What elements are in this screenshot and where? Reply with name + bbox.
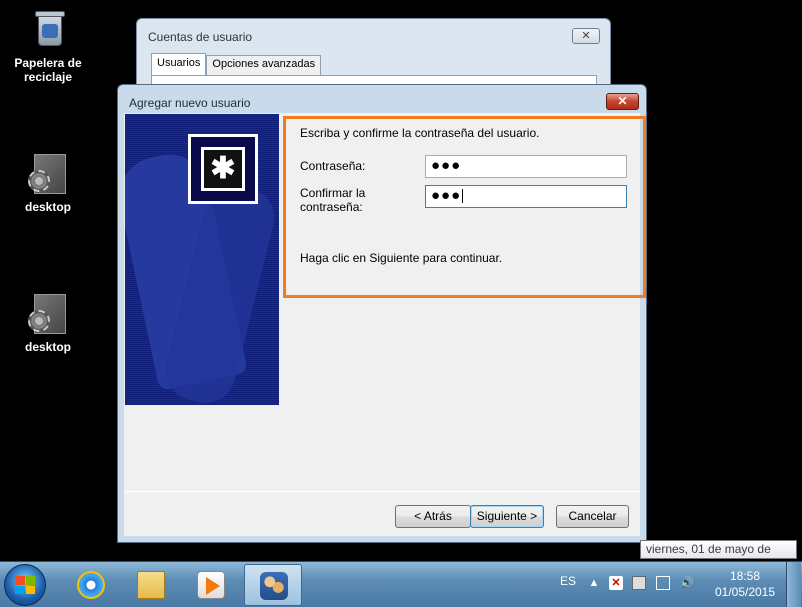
language-indicator[interactable]: ES (560, 574, 576, 588)
confirm-label-line: Confirmar la (300, 186, 366, 200)
start-button[interactable] (4, 564, 46, 606)
clock-time: 18:58 (729, 569, 761, 583)
next-button[interactable]: Siguiente > (470, 505, 544, 528)
dialog-title: Agregar nuevo usuario (129, 96, 251, 110)
password-label: Contraseña: (300, 159, 366, 173)
cancel-button[interactable]: Cancelar (556, 505, 629, 528)
taskbar-internet-explorer[interactable] (62, 564, 120, 606)
show-desktop-button[interactable] (786, 562, 801, 607)
confirm-label-line: contraseña: (300, 200, 363, 214)
dialog-body: ✱ Escriba y confirme la contraseña del u… (124, 113, 646, 536)
network-icon[interactable] (656, 576, 670, 590)
password-value: ●●● (431, 157, 462, 174)
user-key-icon: ✱ (188, 134, 258, 204)
taskbar-user-accounts[interactable] (244, 564, 302, 606)
desktop-icon-label: desktop (24, 340, 71, 354)
action-center-flag-icon[interactable]: ✕ (609, 576, 623, 590)
password-field[interactable]: ●●● (425, 155, 627, 178)
windows-logo-icon (15, 576, 35, 594)
system-clock[interactable]: 18:58 01/05/2015 (708, 568, 782, 600)
clock-date: 01/05/2015 (714, 585, 776, 599)
desktop-icon-label: Papelera de (14, 56, 82, 70)
settings-file-icon (26, 292, 70, 336)
close-button[interactable]: ✕ (572, 28, 600, 44)
desktop-icon-recycle-bin[interactable]: Papelera de reciclaje (8, 8, 88, 84)
desktop-icon-label: desktop (24, 200, 71, 214)
volume-icon[interactable]: 🔊 (680, 576, 694, 590)
window-title: Cuentas de usuario (148, 30, 253, 44)
tab-users[interactable]: Usuarios (151, 53, 207, 75)
user-accounts-icon (260, 572, 288, 600)
desktop-icon-file[interactable]: desktop (8, 152, 88, 214)
show-hidden-icons-button[interactable]: ▲ (587, 576, 601, 590)
text-caret (462, 189, 464, 204)
folder-icon (137, 571, 165, 599)
taskbar: ES ▲ ✕ 🔊 18:58 01/05/2015 (0, 561, 802, 607)
confirm-password-value: ●●● (431, 187, 462, 204)
internet-explorer-icon (77, 571, 105, 599)
add-user-dialog: Agregar nuevo usuario ✕ ✱ Escriba y conf… (117, 84, 647, 543)
confirm-password-label: Confirmar la contraseña: (300, 186, 365, 214)
media-player-icon (197, 571, 225, 599)
confirm-password-field[interactable]: ●●● (425, 185, 627, 208)
power-icon[interactable] (632, 576, 646, 590)
settings-file-icon (26, 152, 70, 196)
recycle-bin-icon (26, 8, 70, 52)
tab-advanced-options[interactable]: Opciones avanzadas (206, 55, 322, 75)
wizard-banner-image: ✱ (125, 114, 279, 405)
desktop-icon-file[interactable]: desktop (8, 292, 88, 354)
date-tooltip: viernes, 01 de mayo de 2015 (640, 540, 797, 573)
button-separator (124, 491, 640, 492)
taskbar-explorer[interactable] (122, 564, 180, 606)
continue-hint: Haga clic en Siguiente para continuar. (300, 251, 503, 265)
desktop-icon-label: reciclaje (23, 70, 73, 84)
taskbar-media-player[interactable] (182, 564, 240, 606)
close-button[interactable]: ✕ (606, 93, 639, 110)
tab-bar: Usuarios Opciones avanzadas (151, 53, 322, 75)
instruction-text: Escriba y confirme la contraseña del usu… (300, 126, 540, 140)
back-button[interactable]: < Atrás (395, 505, 471, 528)
